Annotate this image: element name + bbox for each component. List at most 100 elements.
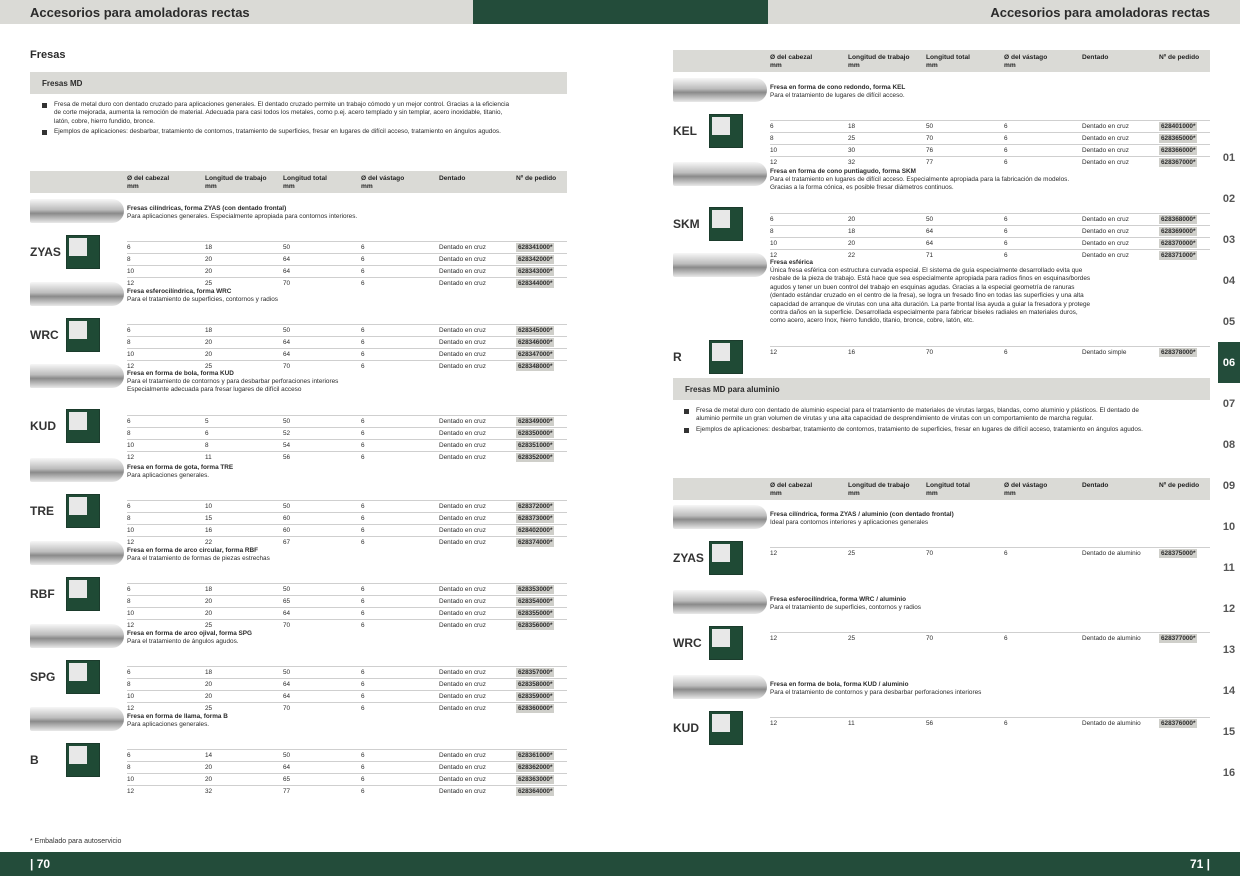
cutter-image [30, 364, 124, 388]
cell: 6 [205, 429, 209, 437]
chapter-tab-10[interactable]: 10 [1218, 506, 1240, 547]
column-header: Longitud de trabajo mm [848, 482, 910, 497]
cell: 12 [770, 720, 778, 728]
cutter-image [30, 282, 124, 306]
cell: 10 [205, 503, 213, 511]
cell: 6 [361, 363, 365, 371]
table-row: 8 20 65 6 Dentado en cruz 628354000* [127, 595, 567, 607]
product-photo [709, 206, 743, 241]
cell: 70 [926, 135, 934, 143]
cell: 11 [848, 720, 855, 728]
chapter-tab-09[interactable]: 09 [1218, 465, 1240, 506]
order-number: 628369000* [1159, 226, 1198, 236]
cutter-image [673, 78, 767, 102]
table-row: 6 10 50 6 Dentado en cruz 628372000* [127, 500, 567, 512]
cell: 25 [205, 705, 213, 713]
bullet-item: Ejemplos de aplicaciones: desbarbar, tra… [684, 426, 1154, 434]
cell: 12 [127, 788, 135, 796]
chapter-tab-08[interactable]: 08 [1218, 424, 1240, 465]
cell: Dentado en cruz [439, 681, 486, 689]
order-number: 628365000* [1159, 134, 1198, 144]
description-line: Para el tratamiento de contornos y para … [770, 689, 982, 696]
cell: 6 [1004, 159, 1008, 167]
cell: 50 [283, 244, 291, 252]
chapter-tab-13[interactable]: 13 [1218, 629, 1240, 670]
chapter-tab-06[interactable]: 06 [1218, 342, 1240, 383]
chapter-tab-16[interactable]: 16 [1218, 752, 1240, 793]
cell: 12 [127, 622, 135, 630]
left-bullet-list: Fresa de metal duro con dentado cruzado … [42, 101, 512, 139]
cell: 10 [127, 693, 135, 701]
cell: 6 [361, 268, 365, 276]
chapter-tab-05[interactable]: 05 [1218, 301, 1240, 342]
table-row: 10 20 64 6 Dentado en cruz 628347000* [127, 348, 567, 360]
description-line: resbale de la pieza de trabajo. Está hac… [770, 275, 1091, 283]
cell: 64 [283, 339, 291, 347]
cell: 32 [848, 159, 856, 167]
chapter-tab-03[interactable]: 03 [1218, 219, 1240, 260]
description-line: Para el tratamiento de superficies, cont… [127, 296, 278, 303]
chapter-tab-14[interactable]: 14 [1218, 670, 1240, 711]
product-title: Fresa en forma de bola, forma KUD [127, 370, 234, 377]
cell: 6 [361, 586, 365, 594]
chapter-tab-15[interactable]: 15 [1218, 711, 1240, 752]
order-number: 628352000* [516, 452, 555, 462]
order-number: 628377000* [1159, 634, 1198, 644]
cell: Dentado simple [1082, 348, 1127, 356]
product-title: Fresa cilíndrica, forma ZYAS / aluminio … [770, 511, 954, 518]
product-photo [709, 339, 743, 374]
order-number: 628346000* [516, 338, 555, 348]
product-title: Fresa en forma de bola, forma KUD / alum… [770, 681, 909, 688]
cell: 67 [283, 539, 291, 547]
cell: Dentado en cruz [439, 441, 486, 449]
cell: Dentado en cruz [1082, 227, 1129, 235]
cell: 20 [205, 776, 213, 784]
order-number: 628353000* [516, 585, 555, 595]
column-header: Longitud de trabajo mm [205, 175, 267, 190]
product-title: Fresa en forma de gota, forma TRE [127, 464, 234, 471]
cell: Dentado en cruz [439, 527, 486, 535]
cell: 20 [205, 610, 213, 618]
order-number: 628342000* [516, 255, 555, 265]
cell: 12 [127, 705, 135, 713]
cell: 70 [283, 622, 291, 630]
column-header: Longitud total mm [926, 54, 970, 69]
description-line: capacidad de arranque de virutas con una… [770, 300, 1091, 308]
description-line: Única fresa esférica con estructura curv… [770, 267, 1083, 274]
product-description: Ideal para contornos interiores y aplica… [770, 519, 928, 527]
chapter-tab-01[interactable]: 01 [1218, 137, 1240, 178]
cell: 70 [926, 550, 934, 558]
cell: 65 [283, 598, 291, 606]
order-number: 628367000* [1159, 158, 1198, 168]
cell: 50 [283, 752, 291, 760]
chapter-tab-11[interactable]: 11 [1218, 547, 1240, 588]
section-fresas-md: Fresas MD [30, 72, 567, 94]
left-header-title: Accesorios para amoladoras rectas [0, 0, 473, 24]
cell: 12 [770, 251, 778, 259]
chapter-tab-02[interactable]: 02 [1218, 178, 1240, 219]
cell: 64 [283, 681, 291, 689]
column-header: Longitud total mm [926, 482, 970, 497]
column-header: Ø del vástago mm [361, 175, 405, 190]
table-row: 8 20 64 6 Dentado en cruz 628362000* [127, 761, 567, 773]
chapter-tab-04[interactable]: 04 [1218, 260, 1240, 301]
chapter-tab-12[interactable]: 12 [1218, 588, 1240, 629]
order-number: 628361000* [516, 751, 555, 761]
cell: 11 [205, 453, 212, 461]
cell: 6 [361, 752, 365, 760]
product-photo [709, 114, 743, 149]
cell: 5 [205, 417, 209, 425]
chapter-tab-07[interactable]: 07 [1218, 383, 1240, 424]
product-title: Fresa esferocilíndrica, forma WRC [127, 288, 232, 295]
table-row: 8 15 60 6 Dentado en cruz 628373000* [127, 512, 567, 524]
cell: 18 [848, 227, 856, 235]
cell: 6 [361, 705, 365, 713]
table-row: 12 25 70 6 Dentado de aluminio 628375000* [770, 547, 1210, 559]
order-number: 628363000* [516, 775, 555, 785]
cell: 64 [283, 693, 291, 701]
cell: Dentado en cruz [439, 752, 486, 760]
cell: 64 [926, 239, 934, 247]
cell: 50 [283, 417, 291, 425]
table-row: 12 32 77 6 Dentado en cruz 628364000* [127, 785, 567, 797]
cell: 22 [848, 251, 856, 259]
